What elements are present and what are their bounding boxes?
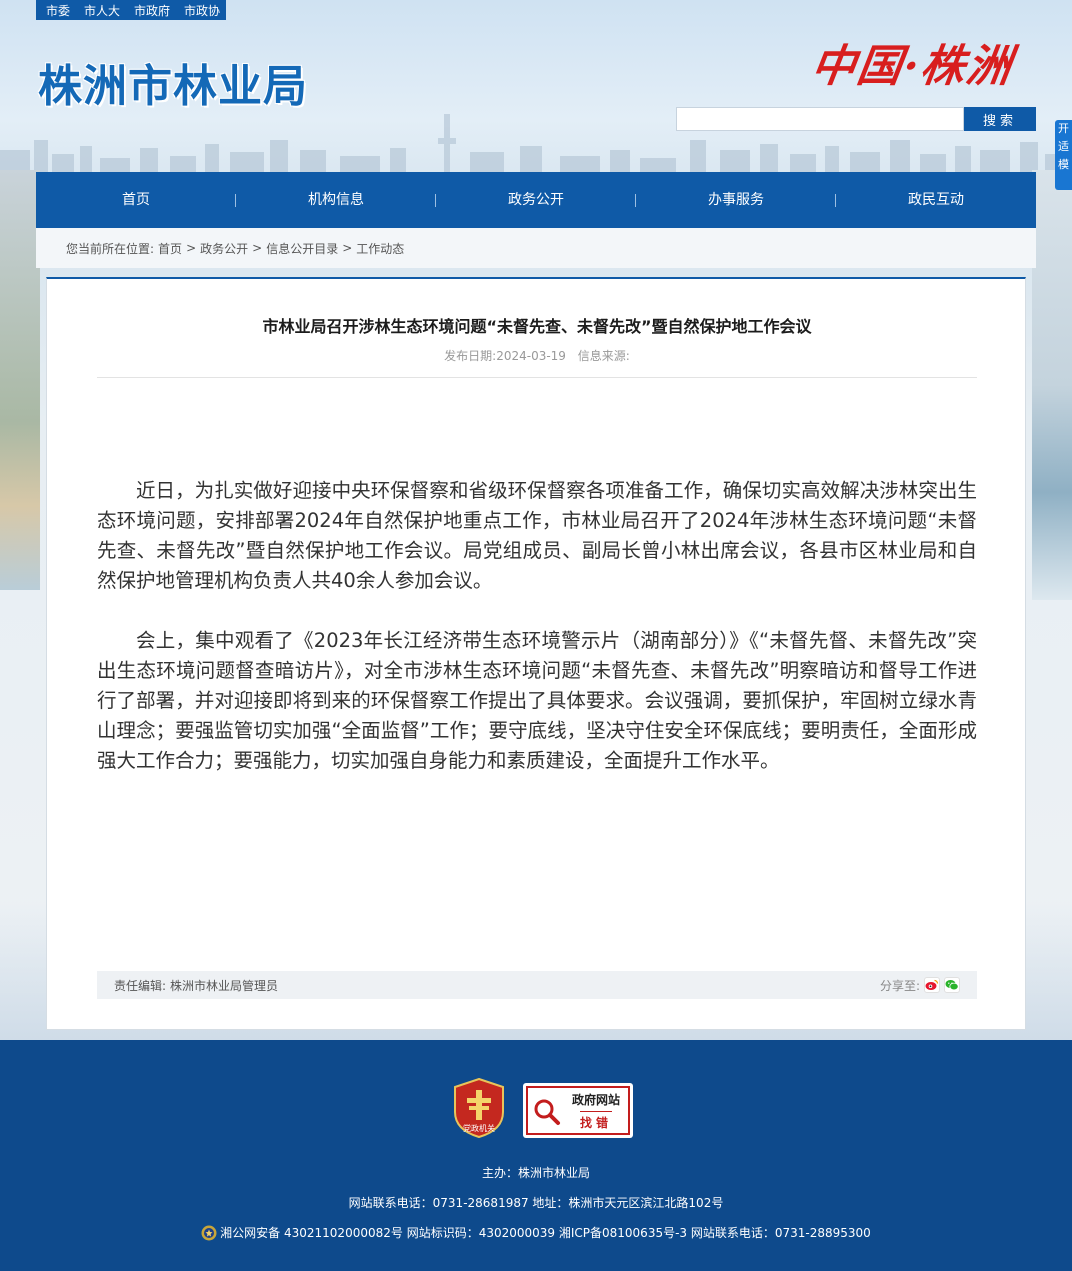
- breadcrumb-separator: >: [252, 241, 263, 255]
- main-nav: 首页 机构信息 政务公开 办事服务 政民互动: [36, 172, 1036, 228]
- breadcrumb-link-info-catalog[interactable]: 信息公开目录: [266, 240, 338, 257]
- nav-item-home[interactable]: 首页: [36, 172, 236, 228]
- search-input[interactable]: [676, 107, 964, 131]
- footer: 党政机关 政府网站 找错 主办：株洲市林业局 网站联系电话：0731-28681…: [0, 1040, 1072, 1271]
- footer-records: 湘公网安备 43021102000082号 网站标识码：4302000039 湘…: [220, 1226, 871, 1240]
- share-group: 分享至:: [880, 977, 960, 994]
- footer-contact: 网站联系电话：0731-28681987 地址：株洲市天元区滨江北路102号: [348, 1196, 724, 1210]
- breadcrumb: 您当前所在位置: 首页 > 政务公开 > 信息公开目录 > 工作动态: [36, 228, 1036, 268]
- gov-site-error-report-button[interactable]: 政府网站 找错: [523, 1083, 633, 1138]
- top-link-party-committee[interactable]: 市委: [46, 2, 70, 19]
- breadcrumb-separator: >: [342, 241, 353, 255]
- editor-label: 责任编辑:: [114, 978, 167, 993]
- article-paragraph: 近日，为扎实做好迎接中央环保督察和省级环保督察各项准备工作，确保切实高效解决涉林…: [97, 479, 977, 592]
- accessibility-side-tab[interactable]: 开 适 模: [1055, 120, 1072, 190]
- top-link-peoples-congress[interactable]: 市人大: [84, 2, 120, 19]
- breadcrumb-prefix: 您当前所在位置:: [66, 241, 155, 256]
- magnifier-icon: [534, 1099, 560, 1125]
- badge-text: 党政机关: [463, 1123, 495, 1133]
- publish-date: 2024-03-19: [496, 349, 566, 363]
- nav-item-services[interactable]: 办事服务: [636, 172, 836, 228]
- search-button[interactable]: 搜索: [964, 107, 1036, 131]
- source-label: 信息来源:: [577, 349, 630, 363]
- breadcrumb-link-gov-affairs[interactable]: 政务公开: [200, 240, 248, 257]
- breadcrumb-link-work-news[interactable]: 工作动态: [356, 240, 404, 257]
- gov-error-subtitle: 找错: [579, 1110, 612, 1131]
- breadcrumb-link-home[interactable]: 首页: [158, 240, 182, 257]
- title-divider: [97, 377, 977, 378]
- footer-records-row: 湘公网安备 43021102000082号 网站标识码：4302000039 湘…: [0, 1224, 1072, 1241]
- top-link-government[interactable]: 市政府: [134, 2, 170, 19]
- party-gov-badge-icon[interactable]: 党政机关: [453, 1078, 505, 1138]
- share-label: 分享至:: [879, 978, 920, 993]
- breadcrumb-separator: >: [186, 241, 197, 255]
- weibo-share-icon[interactable]: [924, 977, 940, 993]
- footer-host: 主办：株洲市林业局: [481, 1166, 590, 1180]
- right-scenery-strip: [1032, 170, 1072, 600]
- nav-item-org-info[interactable]: 机构信息: [236, 172, 436, 228]
- left-scenery-strip: [0, 170, 40, 590]
- top-link-cppcc[interactable]: 市政协: [184, 2, 220, 19]
- article-paragraph: 会上，集中观看了《2023年长江经济带生态环境警示片（湖南部分）》《“未督先督、…: [97, 629, 977, 772]
- wechat-share-icon[interactable]: [944, 977, 960, 993]
- date-label: 发布日期:: [444, 349, 497, 363]
- calligraphy-logo: 中国·株洲: [807, 41, 1017, 92]
- nav-item-gov-affairs[interactable]: 政务公开: [436, 172, 636, 228]
- top-links-bar: 市委 市人大 市政府 市政协: [36, 0, 226, 20]
- article-body: 近日，为扎实做好迎接中央环保督察和省级环保督察各项准备工作，确保切实高效解决涉林…: [97, 476, 977, 806]
- editor-bar: 责任编辑: 株洲市林业局管理员 分享至:: [97, 971, 977, 999]
- police-emblem-icon: [201, 1225, 217, 1240]
- article-card: 市林业局召开涉林生态环境问题“未督先查、未督先改”暨自然保护地工作会议 发布日期…: [46, 277, 1026, 1030]
- nav-item-interaction[interactable]: 政民互动: [836, 172, 1036, 228]
- article-title: 市林业局召开涉林生态环境问题“未督先查、未督先改”暨自然保护地工作会议: [262, 317, 812, 336]
- site-title[interactable]: 株洲市林业局: [38, 50, 308, 114]
- article-meta: 发布日期:2024-03-19 信息来源:: [47, 347, 1027, 364]
- editor-name: 株洲市林业局管理员: [170, 978, 279, 993]
- gov-error-title: 政府网站: [571, 1092, 620, 1107]
